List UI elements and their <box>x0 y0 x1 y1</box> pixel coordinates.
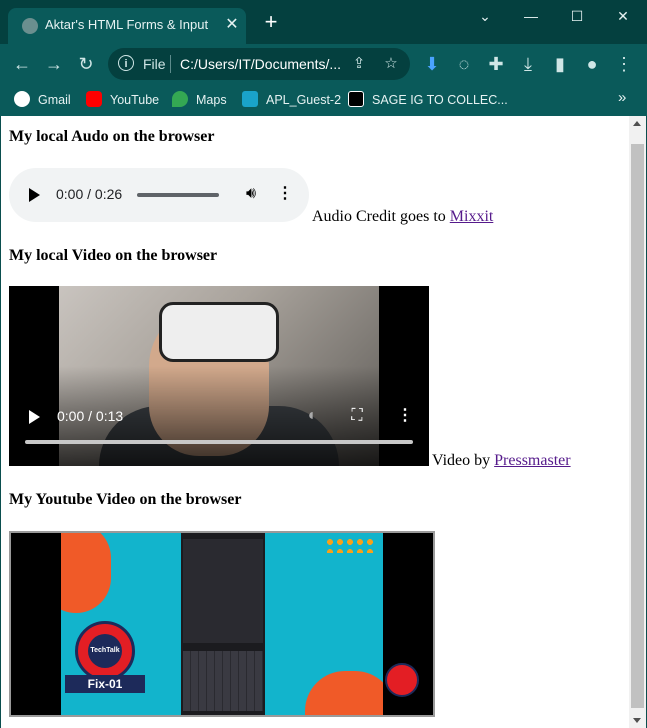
video-heading: My local Video on the browser <box>9 247 218 264</box>
download-extension-icon[interactable]: ⬇ <box>420 52 444 76</box>
scheme-label: File <box>143 56 166 72</box>
techtalk-logo: TechTalk <box>75 621 135 681</box>
close-window-button[interactable]: ✕ <box>600 6 646 26</box>
scroll-down-arrow-icon[interactable] <box>633 718 641 723</box>
new-tab-button[interactable]: + <box>260 11 282 34</box>
reload-icon[interactable]: ↻ <box>74 52 98 76</box>
youtube-embed[interactable]: TechTalk Fix-01 <box>9 531 435 717</box>
bookmark-apl-guest[interactable]: APL_Guest-2 <box>242 91 341 109</box>
volume-icon[interactable]: 🔊︎ <box>241 184 261 204</box>
share-icon[interactable]: ⇪ <box>350 55 368 73</box>
bookmark-youtube[interactable]: YouTube <box>86 91 159 109</box>
logo-text: TechTalk <box>88 634 122 668</box>
thumbnail-left-panel: TechTalk Fix-01 <box>61 533 181 715</box>
more-options-icon[interactable]: ⋮ <box>275 184 295 204</box>
more-options-icon[interactable]: ⋮ <box>395 406 415 426</box>
info-icon[interactable]: i <box>118 55 134 71</box>
bookmarks-overflow-button[interactable]: » <box>618 89 626 107</box>
maps-icon <box>172 91 188 107</box>
scrollbar-thumb[interactable] <box>631 144 644 708</box>
tab-strip: Aktar's HTML Forms & Input ✕ + ⌄ — ☐ ✕ <box>0 0 647 44</box>
vr-headset <box>159 302 279 362</box>
back-arrow-icon[interactable]: ← <box>10 52 34 76</box>
audio-time: 0:00 / 0:26 <box>56 186 123 202</box>
forward-arrow-icon[interactable]: → <box>42 52 66 76</box>
phone-screenshot <box>181 533 265 715</box>
fullscreen-icon[interactable]: ⛶ <box>347 406 367 426</box>
side-panel-icon[interactable]: ▮ <box>548 52 572 76</box>
fix-ribbon: Fix-01 <box>65 675 145 693</box>
video-time: 0:00 / 0:13 <box>57 408 124 424</box>
orange-shape <box>61 533 111 613</box>
tab-title: Aktar's HTML Forms & Input <box>45 17 209 32</box>
bookmark-gmail[interactable]: Gmail <box>14 91 71 109</box>
omnibox-divider <box>170 55 171 73</box>
tab-active[interactable]: Aktar's HTML Forms & Input ✕ <box>8 8 246 44</box>
play-icon[interactable] <box>29 410 40 424</box>
address-bar[interactable]: i File C:/Users/IT/Documents/... ⇪ ☆ <box>108 48 410 80</box>
menu-kebab-icon[interactable]: ⋮ <box>612 52 636 76</box>
browser-window: Aktar's HTML Forms & Input ✕ + ⌄ — ☐ ✕ ←… <box>0 0 647 728</box>
orange-shape <box>305 671 383 715</box>
techtalk-small-logo <box>385 663 419 697</box>
medium-icon <box>348 91 364 107</box>
phone-keyboard <box>183 651 263 711</box>
video-credit: Video by Pressmaster <box>432 452 571 469</box>
bookmark-maps[interactable]: Maps <box>172 91 227 109</box>
mixxit-link[interactable]: Mixxit <box>450 208 494 225</box>
profile-avatar-icon[interactable]: ● <box>580 52 604 76</box>
volume-icon[interactable]: ◖ <box>301 406 321 426</box>
page-content: My local Audo on the browser 0:00 / 0:26… <box>1 116 629 728</box>
youtube-heading: My Youtube Video on the browser <box>9 491 242 508</box>
bookmarks-bar: Gmail YouTube Maps APL_Guest-2 SAGE IG T… <box>0 84 647 116</box>
google-icon <box>14 91 30 107</box>
bookmark-star-icon[interactable]: ☆ <box>382 55 400 73</box>
audio-seek-bar[interactable] <box>137 193 219 197</box>
page-scrollbar[interactable] <box>629 116 646 728</box>
bookmark-sage[interactable]: SAGE IG TO COLLEC... <box>348 91 508 109</box>
minimize-button[interactable]: — <box>508 6 554 26</box>
video-seek-bar[interactable] <box>25 440 413 444</box>
phone-screen <box>183 539 263 643</box>
extensions-puzzle-icon[interactable]: ✚ <box>484 52 508 76</box>
youtube-icon <box>86 91 102 107</box>
video-player[interactable]: 0:00 / 0:13 ◖ ⛶ ⋮ <box>9 286 429 466</box>
audio-credit: Audio Credit goes to Mixxit <box>312 208 494 225</box>
audio-player[interactable]: 0:00 / 0:26 🔊︎ ⋮ <box>9 168 309 222</box>
maximize-button[interactable]: ☐ <box>554 6 600 26</box>
scroll-up-arrow-icon[interactable] <box>633 121 641 126</box>
pressmaster-link[interactable]: Pressmaster <box>494 452 570 469</box>
audio-heading: My local Audo on the browser <box>9 128 215 145</box>
globe-icon <box>22 18 38 34</box>
play-icon[interactable] <box>29 188 40 202</box>
tab-search-icon[interactable]: ⌄ <box>462 6 508 26</box>
close-tab-icon[interactable]: ✕ <box>222 15 242 35</box>
apl-icon <box>242 91 258 107</box>
thumbnail-right-panel <box>265 533 383 715</box>
dot-pattern <box>325 537 375 553</box>
url-text[interactable]: C:/Users/IT/Documents/... <box>180 56 341 72</box>
browser-toolbar: ← → ↻ i File C:/Users/IT/Documents/... ⇪… <box>0 44 647 84</box>
downloads-icon[interactable]: ⤓ <box>516 52 540 76</box>
sync-extension-icon[interactable]: ◌ <box>452 52 476 76</box>
